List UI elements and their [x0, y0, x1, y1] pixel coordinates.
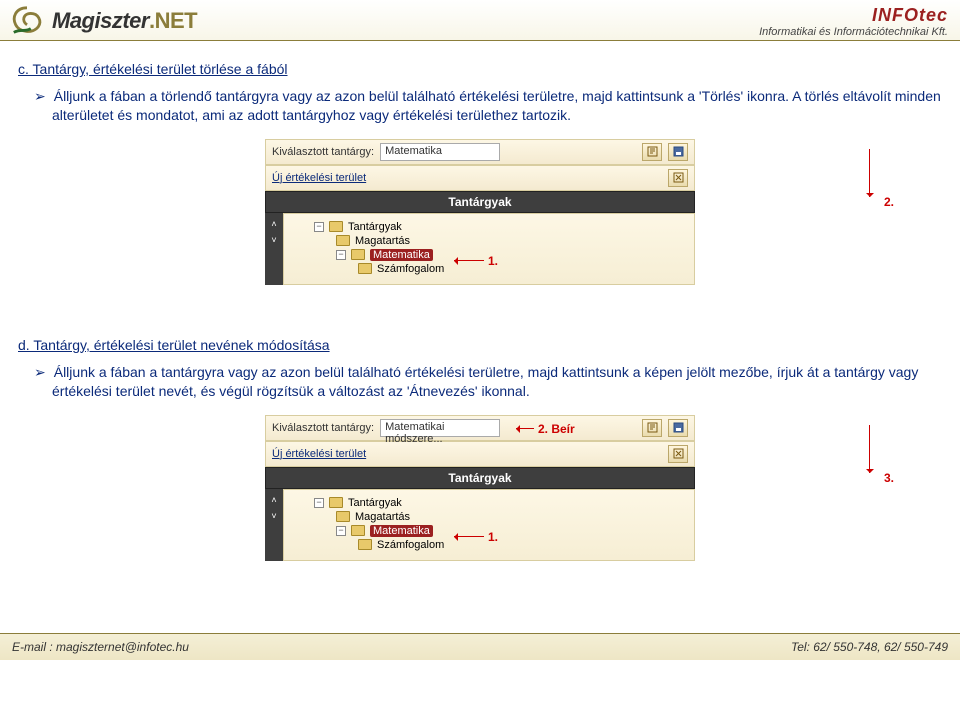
callout-3: 3.	[884, 471, 894, 485]
rename-icon[interactable]	[642, 143, 662, 161]
brand-subtitle: Informatikai és Információtechnikai Kft.	[759, 26, 948, 38]
folder-icon	[336, 511, 350, 522]
document-content: c. Tantárgy, értékelési terület törlése …	[0, 41, 960, 623]
tree-node-root[interactable]: − Tantárgyak	[292, 496, 686, 510]
expand-up-icon[interactable]: ˄	[271, 219, 276, 229]
new-area-row: Új értékelési terület	[265, 165, 695, 191]
save-icon[interactable]	[668, 143, 688, 161]
collapse-icon[interactable]: −	[314, 222, 324, 232]
footer-tel: Tel: 62/ 550-748, 62/ 550-749	[791, 640, 948, 654]
delete-icon[interactable]	[668, 169, 688, 187]
callout-2: 2. Beír	[538, 422, 575, 436]
delete-icon[interactable]	[668, 445, 688, 463]
page-header: Magiszter.NET INFOtec Informatikai és In…	[0, 0, 960, 41]
callout-1-wrap: 1.	[454, 254, 498, 268]
header-right: INFOtec Informatikai és Információtechni…	[759, 5, 948, 38]
collapse-icon[interactable]: −	[336, 526, 346, 536]
callout-2-wrap: 2. Beír	[516, 422, 575, 436]
logo-swirl-icon	[8, 4, 46, 38]
section-d-heading: d. Tantárgy, értékelési terület nevének …	[18, 337, 942, 353]
subject-tree: − Tantárgyak Magatartás − Matematika	[283, 489, 695, 561]
tree-node-magatartas[interactable]: Magatartás	[292, 234, 686, 248]
new-area-row: Új értékelési terület	[265, 441, 695, 467]
ui-screenshot-1: 2. Kiválasztott tantárgy: Matematika Új …	[18, 139, 942, 301]
callout-1: 1.	[488, 254, 498, 268]
collapse-icon[interactable]: −	[314, 498, 324, 508]
tree-node-root[interactable]: − Tantárgyak	[292, 220, 686, 234]
subjects-bar: Tantárgyak	[265, 467, 695, 489]
section-c-heading: c. Tantárgy, értékelési terület törlése …	[18, 61, 942, 77]
subject-tree: − Tantárgyak Magatartás − Matematika	[283, 213, 695, 285]
callout-1-wrap: 1.	[454, 530, 498, 544]
folder-icon	[329, 497, 343, 508]
folder-icon	[329, 221, 343, 232]
callout-line-3	[869, 425, 870, 473]
subjects-bar: Tantárgyak	[265, 191, 695, 213]
tree-side-icons: ˄ ˅	[265, 213, 283, 285]
callout-1: 1.	[488, 530, 498, 544]
expand-down-icon[interactable]: ˅	[271, 511, 276, 521]
callout-2: 2.	[884, 195, 894, 209]
tree-node-magatartas[interactable]: Magatartás	[292, 510, 686, 524]
selected-subject-input[interactable]: Matematika	[380, 143, 500, 161]
bullet-icon: ➢	[34, 87, 46, 106]
tree-side-icons: ˄ ˅	[265, 489, 283, 561]
logo-text: Magiszter.NET	[52, 8, 197, 34]
folder-icon	[358, 263, 372, 274]
folder-icon	[351, 525, 365, 536]
callout-line-2	[869, 149, 870, 197]
folder-icon	[336, 235, 350, 246]
folder-icon	[351, 249, 365, 260]
footer-email: E-mail : magiszternet@infotec.hu	[12, 640, 189, 654]
page-footer: E-mail : magiszternet@infotec.hu Tel: 62…	[0, 633, 960, 660]
section-c-text: ➢Álljunk a fában a törlendő tantárgyra v…	[52, 87, 942, 125]
section-d-text: ➢Álljunk a fában a tantárgyra vagy az az…	[52, 363, 942, 401]
new-area-link[interactable]: Új értékelési terület	[272, 172, 366, 184]
save-icon[interactable]	[668, 419, 688, 437]
brand-name: INFOtec	[759, 5, 948, 26]
selected-subject-label: Kiválasztott tantárgy:	[272, 146, 374, 158]
ui-screenshot-2: 3. Kiválasztott tantárgy: Matematikai mó…	[18, 415, 942, 577]
selected-subject-label: Kiválasztott tantárgy:	[272, 422, 374, 434]
logo: Magiszter.NET	[8, 4, 197, 38]
collapse-icon[interactable]: −	[336, 250, 346, 260]
new-area-link[interactable]: Új értékelési terület	[272, 448, 366, 460]
rename-icon[interactable]	[642, 419, 662, 437]
selected-subject-input[interactable]: Matematikai módszere...	[380, 419, 500, 437]
folder-icon	[358, 539, 372, 550]
expand-down-icon[interactable]: ˅	[271, 235, 276, 245]
selected-subject-row: Kiválasztott tantárgy: Matematikai módsz…	[265, 415, 695, 441]
bullet-icon: ➢	[34, 363, 46, 382]
selected-subject-row: Kiválasztott tantárgy: Matematika	[265, 139, 695, 165]
expand-up-icon[interactable]: ˄	[271, 495, 276, 505]
